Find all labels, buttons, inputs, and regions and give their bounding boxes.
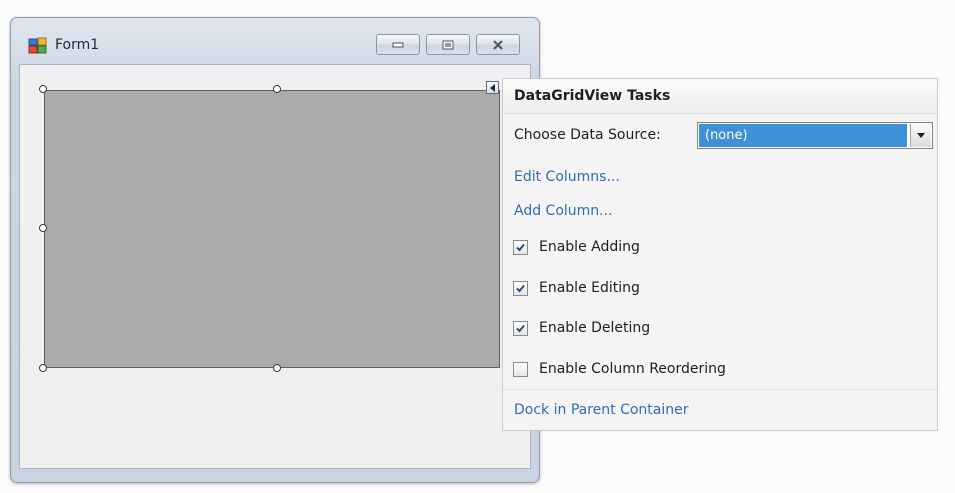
enable-editing-checkbox[interactable] (513, 281, 528, 296)
checkmark-icon (516, 243, 525, 252)
tasks-header: DataGridView Tasks (503, 79, 937, 114)
separator (503, 389, 937, 390)
resize-handle-bottom-left[interactable] (39, 364, 47, 372)
resize-handle-top[interactable] (273, 85, 281, 93)
data-source-dropdown[interactable]: (none) (697, 122, 933, 149)
form-app-icon (28, 37, 48, 54)
designer-surface: Form1 DataGridView Tasks Choose Data Sou… (0, 0, 955, 493)
maximize-button[interactable] (426, 34, 470, 55)
enable-deleting-checkbox[interactable] (513, 321, 528, 336)
title-bar[interactable]: Form1 (11, 18, 539, 64)
resize-handle-left[interactable] (39, 224, 47, 232)
chevron-left-icon (490, 84, 495, 92)
minimize-button[interactable] (376, 34, 420, 55)
chevron-down-icon (917, 133, 925, 138)
resize-handle-top-left[interactable] (39, 85, 47, 93)
dock-in-parent-container-link[interactable]: Dock in Parent Container (514, 402, 689, 418)
tasks-title: DataGridView Tasks (514, 88, 671, 104)
datagridview-tasks-panel: DataGridView Tasks Choose Data Source: (… (502, 78, 938, 431)
smart-tag-button[interactable] (486, 81, 499, 94)
enable-adding-label: Enable Adding (539, 239, 640, 255)
enable-editing-label: Enable Editing (539, 280, 640, 296)
maximize-icon (442, 40, 454, 49)
add-column-link[interactable]: Add Column... (514, 203, 613, 219)
checkmark-icon (516, 284, 525, 293)
dropdown-button[interactable] (910, 124, 931, 147)
data-source-value: (none) (699, 124, 907, 147)
close-icon (493, 39, 503, 50)
enable-adding-checkbox[interactable] (513, 240, 528, 255)
enable-deleting-label: Enable Deleting (539, 320, 651, 336)
enable-column-reordering-checkbox[interactable] (513, 362, 528, 377)
window-title: Form1 (55, 37, 100, 53)
enable-column-reordering-label: Enable Column Reordering (539, 361, 726, 377)
minimize-icon (392, 42, 404, 47)
checkmark-icon (516, 324, 525, 333)
close-button[interactable] (476, 34, 520, 55)
edit-columns-link[interactable]: Edit Columns... (514, 169, 620, 185)
data-source-label: Choose Data Source: (514, 127, 661, 143)
resize-handle-bottom[interactable] (273, 364, 281, 372)
datagridview[interactable] (44, 90, 500, 368)
